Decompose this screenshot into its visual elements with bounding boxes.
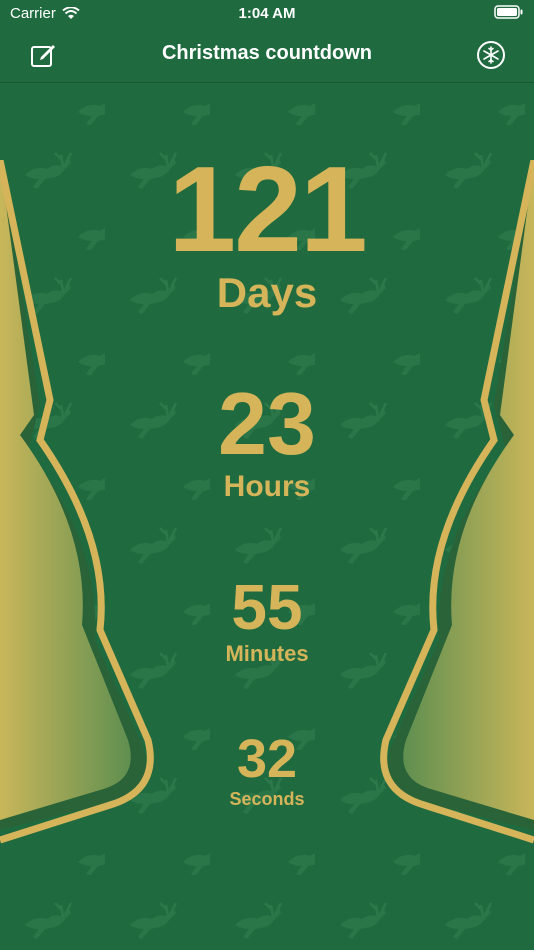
settings-button[interactable] <box>474 38 508 72</box>
hours-value: 23 <box>218 374 316 473</box>
days-block: 121 Days <box>0 148 534 314</box>
status-time: 1:04 AM <box>238 5 296 22</box>
days-value: 121 <box>168 141 368 277</box>
minutes-label: Minutes <box>225 641 309 666</box>
days-label: Days <box>216 269 318 316</box>
seconds-block: 32 Seconds <box>0 732 534 808</box>
page-title: Christmas countdown <box>161 42 372 64</box>
status-bar: Carrier 1:04 AM <box>0 0 534 28</box>
minutes-value: 55 <box>231 571 303 643</box>
hours-label: Hours <box>223 470 311 503</box>
snowflake-icon <box>477 41 505 69</box>
navigation-bar: Christmas countdown <box>0 28 534 83</box>
hours-block: 23 Hours <box>0 380 534 502</box>
status-right <box>494 5 524 23</box>
seconds-value: 32 <box>236 729 298 789</box>
minutes-block: 55 Minutes <box>0 575 534 665</box>
seconds-label: Seconds <box>229 789 305 809</box>
battery-icon <box>494 5 523 19</box>
